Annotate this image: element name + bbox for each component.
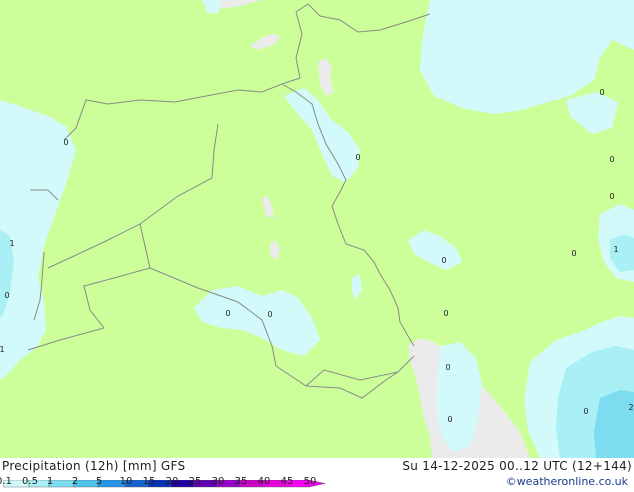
- map-label: 0: [447, 415, 452, 424]
- legend-tick-label: 40: [257, 476, 271, 487]
- map-label: 0: [443, 309, 448, 318]
- map-label: 0: [583, 407, 588, 416]
- legend-tick-label: 45: [280, 476, 294, 487]
- map-label: 0: [63, 138, 68, 147]
- map-label: 0: [609, 192, 614, 201]
- legend-tick-label: 5: [95, 476, 103, 487]
- legend-tick-label: 35: [234, 476, 248, 487]
- legend-title: Precipitation (12h) [mm] GFS: [2, 459, 186, 473]
- map-label: 0: [441, 256, 446, 265]
- legend-tick-label: 25: [188, 476, 202, 487]
- map-label: 1: [613, 245, 618, 254]
- map-footer: Precipitation (12h) [mm] GFS Su 14-12-20…: [0, 458, 634, 490]
- map-label: 1: [9, 239, 14, 248]
- legend-tick-label: 30: [211, 476, 225, 487]
- legend-tick-label: 15: [142, 476, 156, 487]
- map-label: 0: [445, 363, 450, 372]
- legend-tick-label: 1: [46, 476, 54, 487]
- legend-tick-label: 0.5: [22, 476, 38, 487]
- legend-tick-label: 50: [303, 476, 317, 487]
- map-label: 0: [599, 88, 604, 97]
- legend-tick-label: 2: [71, 476, 79, 487]
- forecast-datetime: Su 14-12-2025 00..12 UTC (12+144): [402, 459, 632, 473]
- precip-area-southeast-heavy: [594, 390, 634, 458]
- legend-tick-label: 20: [165, 476, 179, 487]
- map-label: 0: [267, 310, 272, 319]
- map-label: 0: [225, 309, 230, 318]
- map-label: 0: [609, 155, 614, 164]
- legend-tick-label: 10: [119, 476, 133, 487]
- color-legend-labels: 0.10.5125101520253035404550: [0, 476, 330, 490]
- weather-map[interactable]: 0 0 0 0 0 0 0 0 0 0 1 1 0 1 0 0 0 2: [0, 0, 634, 458]
- map-label: 1: [0, 345, 5, 354]
- map-label: 0: [355, 153, 360, 162]
- map-label: 0: [4, 291, 9, 300]
- map-label: 2: [628, 403, 633, 412]
- copyright-link[interactable]: ©weatheronline.co.uk: [506, 475, 628, 489]
- legend-tick-label: 0.1: [0, 476, 12, 487]
- map-label: 0: [571, 249, 576, 258]
